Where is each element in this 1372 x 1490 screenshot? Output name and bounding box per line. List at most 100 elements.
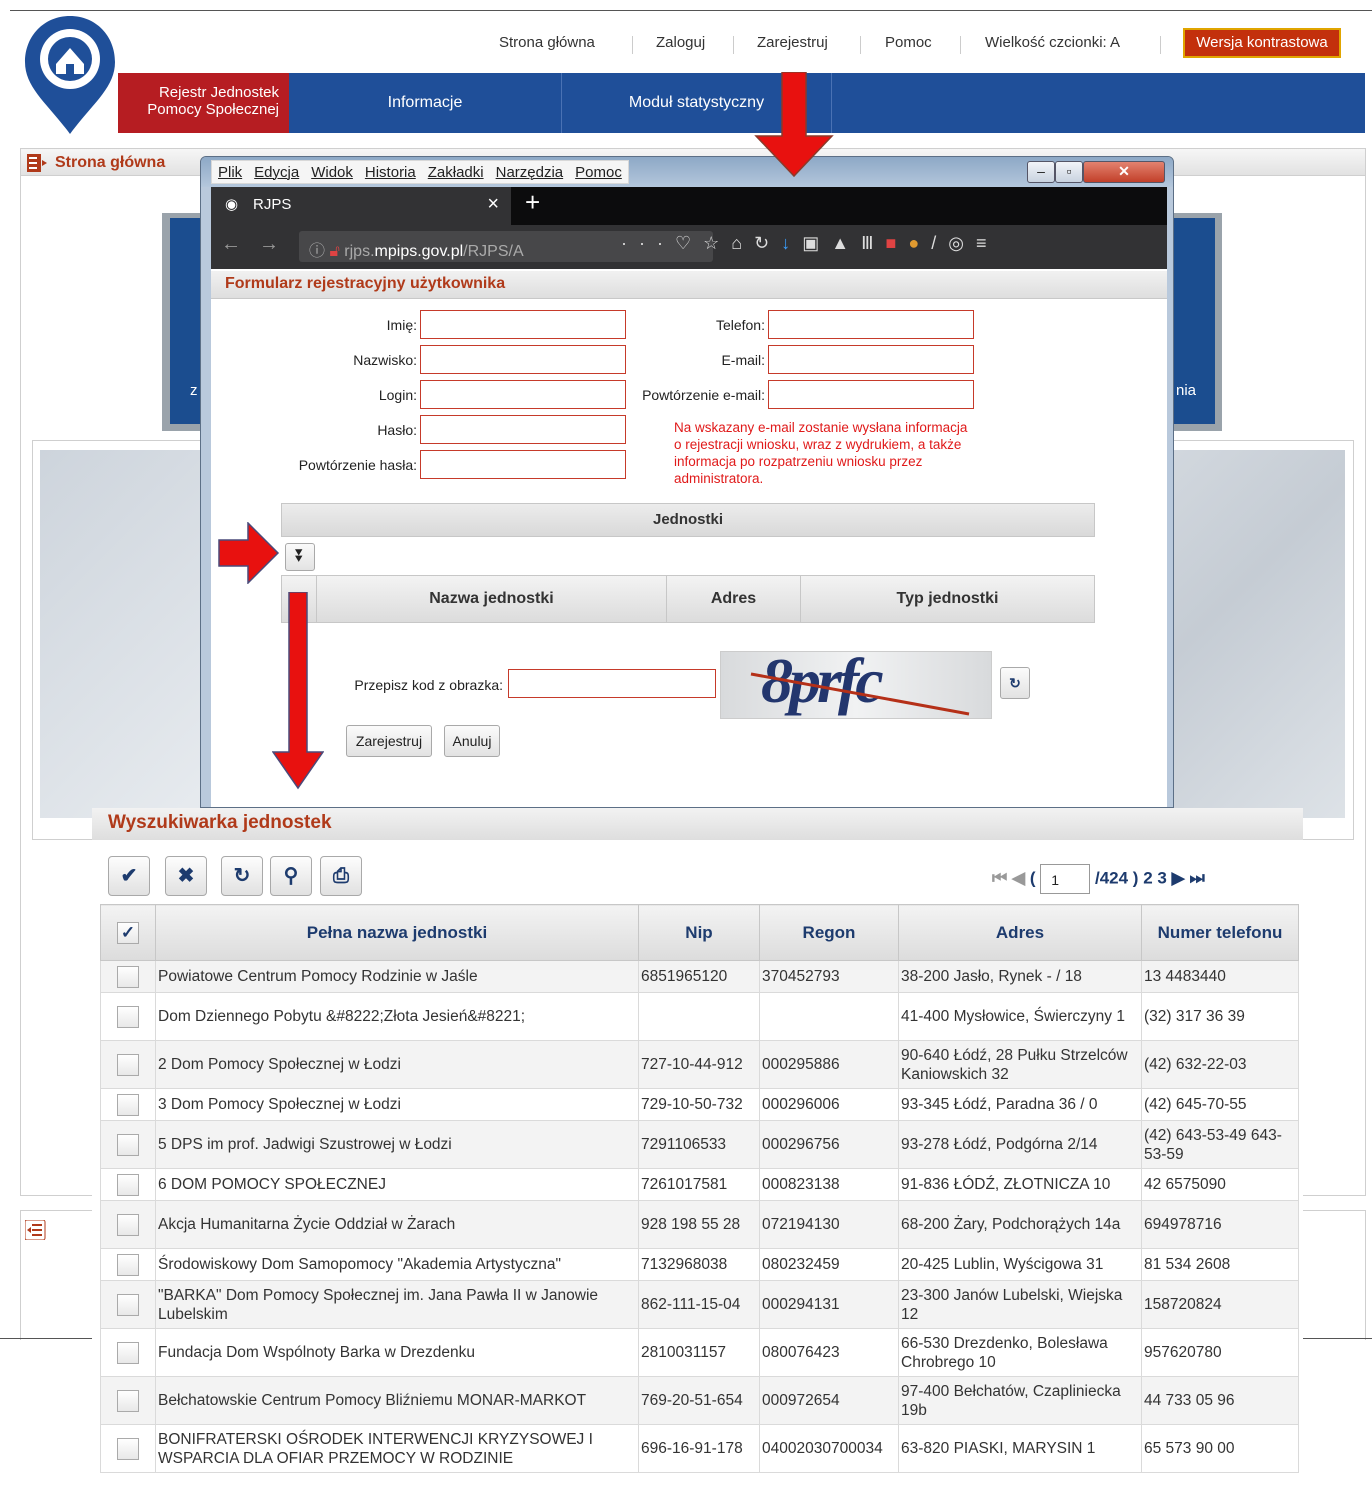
print-button[interactable]: ⎙ (320, 856, 362, 896)
lock-icon[interactable]: ▲ (831, 233, 861, 253)
extension-flag-icon[interactable]: ■ (886, 233, 909, 253)
tab-rjps[interactable]: ◉ RJPS × (211, 187, 511, 225)
bookmark-star-icon[interactable]: ☆ (703, 233, 731, 253)
back-icon[interactable]: ← (221, 233, 241, 256)
row-checkbox[interactable] (117, 1093, 139, 1116)
expand-units-button[interactable]: ⏬︎ (285, 543, 315, 571)
row-checkbox[interactable] (117, 1213, 139, 1236)
col-unit-name[interactable]: Nazwa jednostki (316, 576, 666, 622)
breadcrumb-home[interactable]: Strona główna (55, 154, 165, 172)
table-row[interactable]: "BARKA" Dom Pomocy Społecznej im. Jana P… (100, 1280, 1299, 1329)
email-repeat-input[interactable] (768, 380, 974, 409)
select-all-button[interactable]: ✔ (108, 856, 150, 896)
menu-historia[interactable]: Historia (359, 161, 422, 181)
minimize-button[interactable]: – (1027, 161, 1055, 183)
table-row[interactable]: Akcja Humanitarna Życie Oddział w Żarach… (100, 1200, 1299, 1249)
first-name-input[interactable] (420, 310, 626, 339)
menu-toggle-icon[interactable] (27, 154, 47, 172)
email-input[interactable] (768, 345, 974, 374)
row-checkbox[interactable] (117, 1053, 139, 1076)
row-checkbox[interactable] (117, 1437, 139, 1460)
row-checkbox[interactable] (117, 1293, 139, 1316)
menu-pomoc[interactable]: Pomoc (569, 161, 628, 181)
hamburger-menu-icon[interactable]: ≡ (976, 233, 999, 253)
row-checkbox[interactable] (117, 965, 139, 988)
last-name-input[interactable] (420, 345, 626, 374)
maximize-button[interactable]: ▫ (1055, 161, 1083, 183)
select-all-checkbox[interactable]: ✓ (117, 921, 139, 944)
nav-item-informacje[interactable]: Informacje (289, 73, 562, 133)
password-repeat-input[interactable] (420, 450, 626, 479)
forward-icon[interactable]: → (259, 233, 279, 256)
col-unit-address[interactable]: Adres (666, 576, 800, 622)
row-checkbox[interactable] (117, 1005, 139, 1028)
col-phone[interactable]: Numer telefonu (1141, 904, 1299, 961)
row-checkbox[interactable] (117, 1253, 139, 1276)
first-page-icon[interactable]: ⏮︎ (992, 868, 1007, 887)
menu-edycja[interactable]: Edycja (248, 161, 305, 181)
menu-widok[interactable]: Widok (305, 161, 359, 181)
info-icon[interactable]: ⓘ (309, 243, 325, 260)
next-page-icon[interactable]: ▶ (1172, 868, 1185, 887)
refresh-button[interactable]: ↻ (221, 856, 263, 896)
phone-input[interactable] (768, 310, 974, 339)
clear-selection-button[interactable]: ✖ (165, 856, 207, 896)
page-number-input[interactable]: 1 (1040, 864, 1091, 894)
col-unit-type[interactable]: Typ jednostki (800, 576, 1094, 622)
search-button[interactable]: ⚲ (270, 856, 312, 896)
home-icon[interactable]: ⌂ (731, 233, 754, 253)
row-checkbox[interactable] (117, 1389, 139, 1412)
close-tab-icon[interactable]: × (487, 193, 499, 216)
reader-view-icon[interactable]: ▣ (802, 233, 831, 253)
reload-icon[interactable]: ↻ (754, 233, 781, 253)
close-window-button[interactable]: ✕ (1083, 161, 1165, 183)
table-row[interactable]: BONIFRATERSKI OŚRODEK INTERWENCJI KRYZYS… (100, 1424, 1299, 1473)
refresh-captcha-button[interactable]: ↻ (1000, 667, 1030, 699)
page-link-2[interactable]: 2 (1143, 868, 1152, 887)
link-font-size[interactable]: Wielkość czcionki: A (985, 34, 1120, 51)
table-row[interactable]: Środowiskowy Dom Samopomocy "Akademia Ar… (100, 1248, 1299, 1281)
last-page-icon[interactable]: ⏭︎ (1189, 868, 1204, 887)
link-help[interactable]: Pomoc (885, 34, 932, 51)
link-login[interactable]: Zaloguj (656, 34, 705, 51)
col-regon[interactable]: Regon (759, 904, 899, 961)
link-home[interactable]: Strona główna (499, 34, 595, 51)
page-actions-icon[interactable]: ··· (621, 233, 675, 253)
row-checkbox[interactable] (117, 1341, 139, 1364)
col-full-name[interactable]: Pełna nazwa jednostki (155, 904, 639, 961)
pencil-icon[interactable]: / (931, 233, 948, 253)
pocket-icon[interactable]: ♡ (675, 233, 703, 253)
row-checkbox[interactable] (117, 1133, 139, 1156)
menu-plik[interactable]: Plik (212, 161, 248, 181)
captcha-input[interactable] (508, 669, 716, 698)
menu-zakladki[interactable]: Zakładki (422, 161, 490, 181)
download-icon[interactable]: ↓ (781, 233, 802, 253)
login-input[interactable] (420, 380, 626, 409)
table-row[interactable]: 3 Dom Pomocy Społecznej w Łodzi 729-10-50… (100, 1088, 1299, 1121)
contrast-version-button[interactable]: Wersja kontrastowa (1183, 28, 1341, 58)
table-row[interactable]: 2 Dom Pomocy Społecznej w Łodzi 727-10-44… (100, 1040, 1299, 1089)
page-link-3[interactable]: 3 (1157, 868, 1166, 887)
col-nip[interactable]: Nip (638, 904, 760, 961)
password-input[interactable] (420, 415, 626, 444)
prev-page-icon[interactable]: ◀ (1012, 868, 1025, 887)
table-row[interactable]: Fundacja Dom Wspólnoty Barka w Drezdenku… (100, 1328, 1299, 1377)
header-select-all[interactable]: ✓ (100, 904, 156, 961)
table-row[interactable]: Powiatowe Centrum Pomocy Rodzinie w Jaśl… (100, 960, 1299, 993)
table-row[interactable]: Dom Dziennego Pobytu &#8222;Złota Jesień… (100, 992, 1299, 1041)
extension-cookie-icon[interactable]: ● (908, 233, 931, 253)
row-checkbox[interactable] (117, 1173, 139, 1196)
table-row[interactable]: 5 DPS im prof. Jadwigi Szustrowej w Łodz… (100, 1120, 1299, 1169)
nav-brand[interactable]: Rejestr Jednostek Pomocy Społecznej (118, 73, 289, 133)
account-icon[interactable]: ◎ (948, 233, 976, 253)
link-register[interactable]: Zarejestruj (757, 34, 828, 51)
new-tab-icon[interactable]: + (525, 187, 540, 218)
table-row[interactable]: Bełchatowskie Centrum Pomocy Bliźniemu M… (100, 1376, 1299, 1425)
cancel-button[interactable]: Anuluj (444, 725, 500, 757)
menu-narzedzia[interactable]: Narzędzia (490, 161, 570, 181)
table-row[interactable]: 6 DOM POMOCY SPOŁECZNEJ 7261017581 0008231… (100, 1168, 1299, 1201)
expand-panel-icon[interactable] (25, 1220, 47, 1240)
library-icon[interactable]: Ⅲ (861, 233, 885, 253)
register-button[interactable]: Zarejestruj (346, 725, 432, 757)
col-address[interactable]: Adres (898, 904, 1142, 961)
